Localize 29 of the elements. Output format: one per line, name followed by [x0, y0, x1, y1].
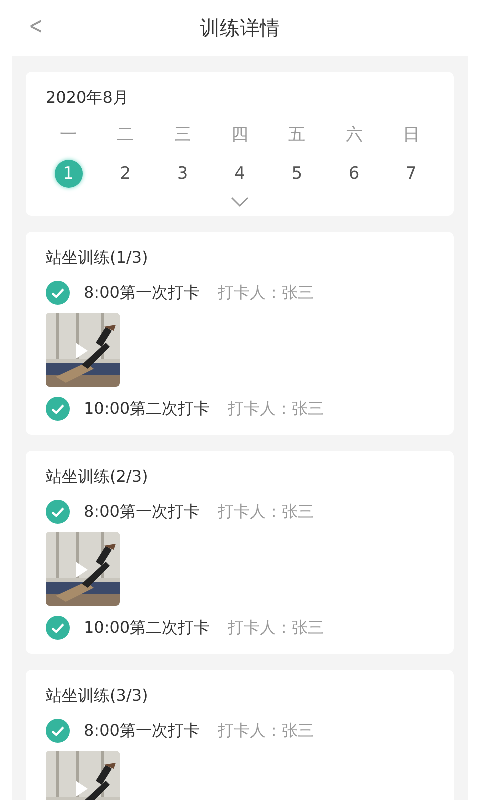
- session-title: 站坐训练(3/3): [46, 686, 148, 707]
- weekday-label: 三: [174, 124, 192, 146]
- expand-icon[interactable]: [230, 196, 250, 208]
- page-title: 训练详情: [200, 14, 280, 42]
- checker-name: 打卡人：张三: [228, 398, 324, 420]
- weekday-label: 六: [346, 124, 363, 146]
- month-label: 2020年8月: [46, 88, 129, 109]
- checkin-time: 10:00第二次打卡: [84, 398, 210, 420]
- day-button[interactable]: 5: [283, 160, 312, 188]
- weekday-label: 日: [402, 124, 420, 146]
- day-button[interactable]: 7: [397, 160, 426, 188]
- weekday-label: 四: [231, 124, 248, 146]
- checker-name: 打卡人：张三: [228, 618, 324, 638]
- weekday-label: 二: [117, 124, 134, 146]
- weekday-label: 五: [288, 124, 306, 146]
- checker-name: 打卡人：张三: [218, 502, 314, 522]
- day-button[interactable]: 6: [340, 160, 368, 188]
- checkin-time: 8:00第一次打卡: [84, 282, 200, 304]
- session-title: 站坐训练(1/3): [46, 248, 148, 269]
- day-button[interactable]: 2: [112, 160, 140, 188]
- checkin-time: 8:00第一次打卡: [84, 502, 200, 522]
- checkin-time: 8:00第一次打卡: [84, 720, 200, 742]
- checker-name: 打卡人：张三: [218, 720, 314, 742]
- session-title: 站坐训练(2/3): [46, 467, 148, 488]
- checkin-time: 10:00第二次打卡: [84, 618, 210, 638]
- checker-name: 打卡人：张三: [218, 282, 314, 304]
- weekday-label: 一: [60, 124, 78, 146]
- day-button[interactable]: 3: [168, 160, 197, 188]
- day-button[interactable]: 4: [226, 160, 254, 188]
